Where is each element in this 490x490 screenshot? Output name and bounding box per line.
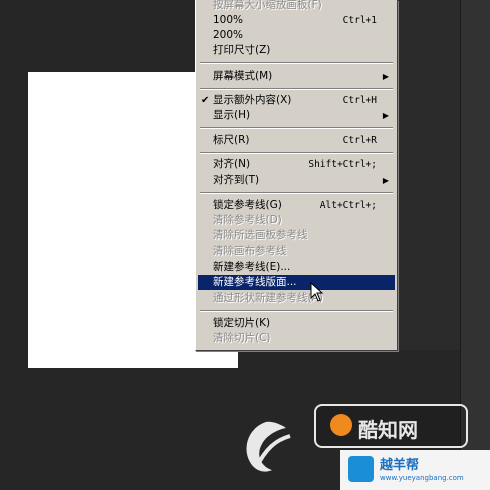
menu-item-clear-artboard-guides: 清除所选画板参考线 — [213, 229, 308, 241]
submenu-arrow-icon: ▶ — [382, 176, 389, 185]
menu-separator — [200, 310, 393, 312]
menu-item-200-percent[interactable]: 200% — [198, 28, 395, 43]
menu-separator — [200, 192, 393, 194]
menu-item-lock-slices[interactable]: 锁定切片(K) — [198, 316, 395, 331]
menu-item-show-extras[interactable]: ✔ 显示额外内容(X) Ctrl+H — [198, 93, 395, 108]
checkmark-icon: ✔ — [201, 95, 210, 106]
menu-item-print-size[interactable]: 打印尺寸(Z) — [198, 43, 395, 58]
menu-item-100-percent[interactable]: 100% Ctrl+1 — [198, 13, 395, 28]
house-logo-icon — [348, 456, 374, 482]
workspace-panel — [398, 0, 460, 350]
menu-item-clear-canvas-guides: 清除画布参考线 — [213, 245, 287, 257]
menu-item-clear-guides: 清除参考线(D) — [213, 214, 282, 226]
menu-item-lock-guides[interactable]: 锁定参考线(G) Alt+Ctrl+; — [198, 198, 395, 213]
menu-item-show[interactable]: 显示(H) ▶ — [198, 108, 395, 123]
menu-item-snap[interactable]: 对齐(N) Shift+Ctrl+; — [198, 157, 395, 172]
menu-item-rulers[interactable]: 标尺(R) Ctrl+R — [198, 133, 395, 148]
watermark-badge: 酷知网 — [314, 404, 468, 448]
menu-separator — [200, 88, 393, 90]
menu-item-new-guide-layout[interactable]: 新建参考线版面... — [198, 275, 395, 290]
menu-item-screen-mode[interactable]: 屏幕模式(M) ▶ — [198, 69, 395, 84]
menu-separator — [200, 152, 393, 154]
submenu-arrow-icon: ▶ — [382, 72, 389, 81]
menu-separator — [200, 127, 393, 129]
watermark-site-logo: 越羊帮 www.yueyangbang.com — [340, 450, 490, 490]
submenu-arrow-icon: ▶ — [382, 111, 389, 120]
watermark-leaf-icon — [246, 421, 291, 472]
menu-item-new-guide[interactable]: 新建参考线(E)... — [198, 260, 395, 275]
menu-item-snap-to[interactable]: 对齐到(T) ▶ — [198, 173, 395, 188]
menu-item-new-guides-from-shape: 通过形状新建参考线(A) — [213, 292, 323, 304]
watermark-logo-icon — [330, 414, 352, 436]
menu-separator — [200, 62, 393, 64]
mouse-pointer-icon — [310, 282, 324, 302]
menu-item-fit-artboard: 按屏幕大小缩放画板(F) — [213, 0, 322, 11]
menu-item-clear-slices: 清除切片(C) — [213, 332, 271, 344]
view-menu-dropdown: 按屏幕大小缩放画板(F) 100% Ctrl+1 200% 打印尺寸(Z) 屏幕… — [195, 0, 398, 351]
